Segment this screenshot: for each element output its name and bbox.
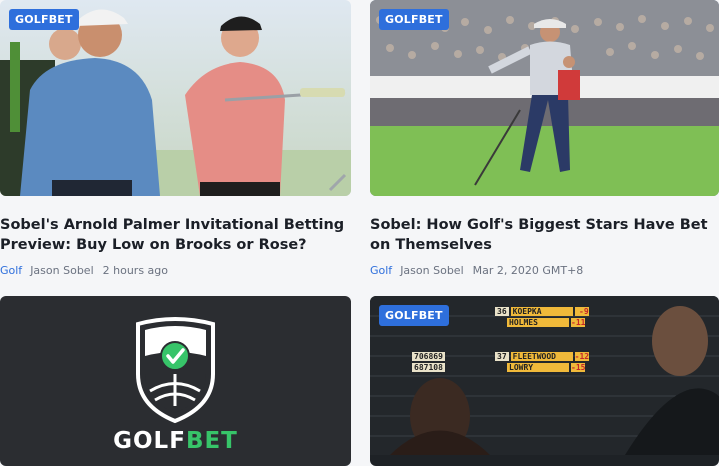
logo-golf-text: GOLF: [113, 428, 186, 454]
leaderboard-row: 36 KOEPKA -9: [495, 307, 589, 316]
golfbet-badge: GOLFBET: [379, 9, 449, 30]
leaderboard-row: 37 FLEETWOOD -12: [495, 352, 589, 361]
leaderboard-score: -9: [574, 307, 589, 316]
article-1-category-link[interactable]: Golf: [0, 264, 22, 277]
article-1-image[interactable]: GOLFBET: [0, 0, 351, 196]
article-2-category-link[interactable]: Golf: [370, 264, 392, 277]
leaderboard-score: -11: [571, 318, 586, 327]
leaderboard-pos: 36: [495, 307, 509, 316]
article-card-1[interactable]: GOLFBET Sobel's Arnold Palmer Invitation…: [0, 0, 351, 290]
article-2-author[interactable]: Jason Sobel: [400, 264, 463, 277]
article-1-meta: Golf Jason Sobel 2 hours ago: [0, 264, 168, 277]
leaderboard-pos: [495, 318, 505, 327]
article-card-2[interactable]: GOLFBET Sobel: How Golf's Biggest Stars …: [370, 0, 719, 290]
article-1-title[interactable]: Sobel's Arnold Palmer Invitational Betti…: [0, 215, 350, 255]
article-card-3[interactable]: GOLFBET: [0, 296, 351, 466]
article-3-image[interactable]: GOLFBET: [0, 296, 351, 466]
logo-bet-text: BET: [185, 428, 238, 454]
article-4-image[interactable]: 36 KOEPKA -9 HOLMES -11 37 FLEETWOOD -12…: [370, 296, 719, 466]
golfbet-badge: GOLFBET: [9, 9, 79, 30]
leaderboard-name: FLEETWOOD: [510, 352, 573, 361]
article-2-title[interactable]: Sobel: How Golf's Biggest Stars Have Bet…: [370, 215, 715, 255]
board-number: 687108: [412, 363, 445, 372]
article-1-time: 2 hours ago: [102, 264, 168, 277]
article-2-image[interactable]: GOLFBET: [370, 0, 719, 196]
article-1-author[interactable]: Jason Sobel: [30, 264, 93, 277]
leaderboard-name: LOWRY: [507, 363, 569, 372]
leaderboard-score: -15: [571, 363, 586, 372]
article-2-meta: Golf Jason Sobel Mar 2, 2020 GMT+8: [370, 264, 583, 277]
board-number: 706869: [412, 352, 445, 361]
leaderboard-name: HOLMES: [507, 318, 569, 327]
leaderboard-score: -12: [574, 352, 590, 361]
leaderboard-pos: [495, 363, 505, 372]
leaderboard-name: KOEPKA: [510, 307, 573, 316]
golfbet-badge: GOLFBET: [379, 305, 449, 326]
golfbet-logo-text: GOLFBET: [0, 428, 351, 454]
article-2-time: Mar 2, 2020 GMT+8: [472, 264, 584, 277]
leaderboard-row: HOLMES -11: [495, 318, 585, 327]
leaderboard-row: LOWRY -15: [495, 363, 585, 372]
leaderboard-pos: 37: [495, 352, 509, 361]
article-card-4[interactable]: 36 KOEPKA -9 HOLMES -11 37 FLEETWOOD -12…: [370, 296, 719, 466]
